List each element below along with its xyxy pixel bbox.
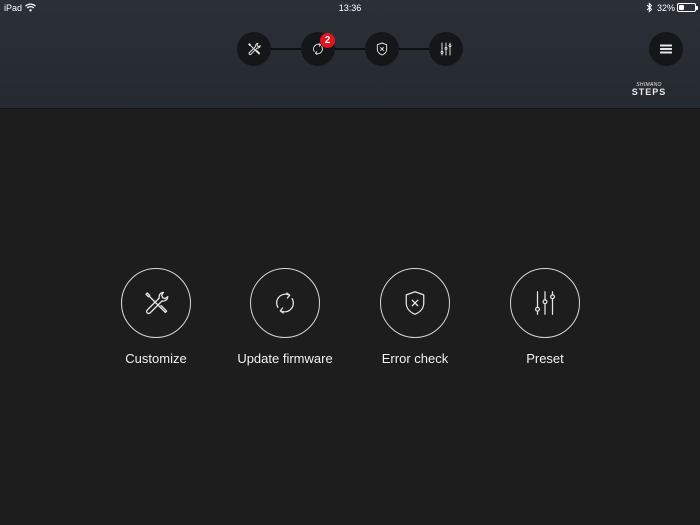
customize-label: Customize [125,351,187,366]
step-connector-line [254,48,446,50]
sliders-icon [440,42,452,56]
battery-percent: 32% [657,3,676,13]
menu-button[interactable] [649,32,683,66]
customize-tile[interactable]: Customize [91,268,221,378]
app-screen: iPad 13:36 32% 2 SHIMANO STEPS Customize… [0,0,700,525]
update-count-badge: 2 [320,33,335,48]
customize-button[interactable] [121,268,191,338]
error-check-button[interactable] [380,268,450,338]
hamburger-icon [660,44,672,54]
wrench-screwdriver-icon [145,291,169,315]
update-firmware-tile[interactable]: Update firmware [220,268,350,378]
step-error-check-button[interactable] [365,32,399,66]
shimano-steps-logo: SHIMANO STEPS [626,83,672,97]
logo-product-text: STEPS [631,87,667,97]
refresh-icon [276,292,294,314]
shield-x-icon [376,42,388,56]
update-firmware-button[interactable] [250,268,320,338]
preset-tile[interactable]: Preset [480,268,610,378]
error-check-tile[interactable]: Error check [350,268,480,378]
status-time: 13:36 [338,3,362,13]
wrench-screwdriver-icon [248,42,261,56]
shield-x-icon [405,291,425,315]
bluetooth-icon [646,2,653,13]
error-check-label: Error check [381,351,449,366]
update-firmware-label: Update firmware [237,351,333,366]
battery-icon [677,3,698,12]
battery-level-fill [679,5,684,10]
header-bar: iPad 13:36 32% 2 SHIMANO STEPS [0,0,700,109]
status-bar: iPad 13:36 32% [0,0,700,16]
preset-button[interactable] [510,268,580,338]
preset-label: Preset [526,351,564,366]
sliders-icon [535,291,555,315]
step-preset-button[interactable] [429,32,463,66]
step-customize-button[interactable] [237,32,271,66]
